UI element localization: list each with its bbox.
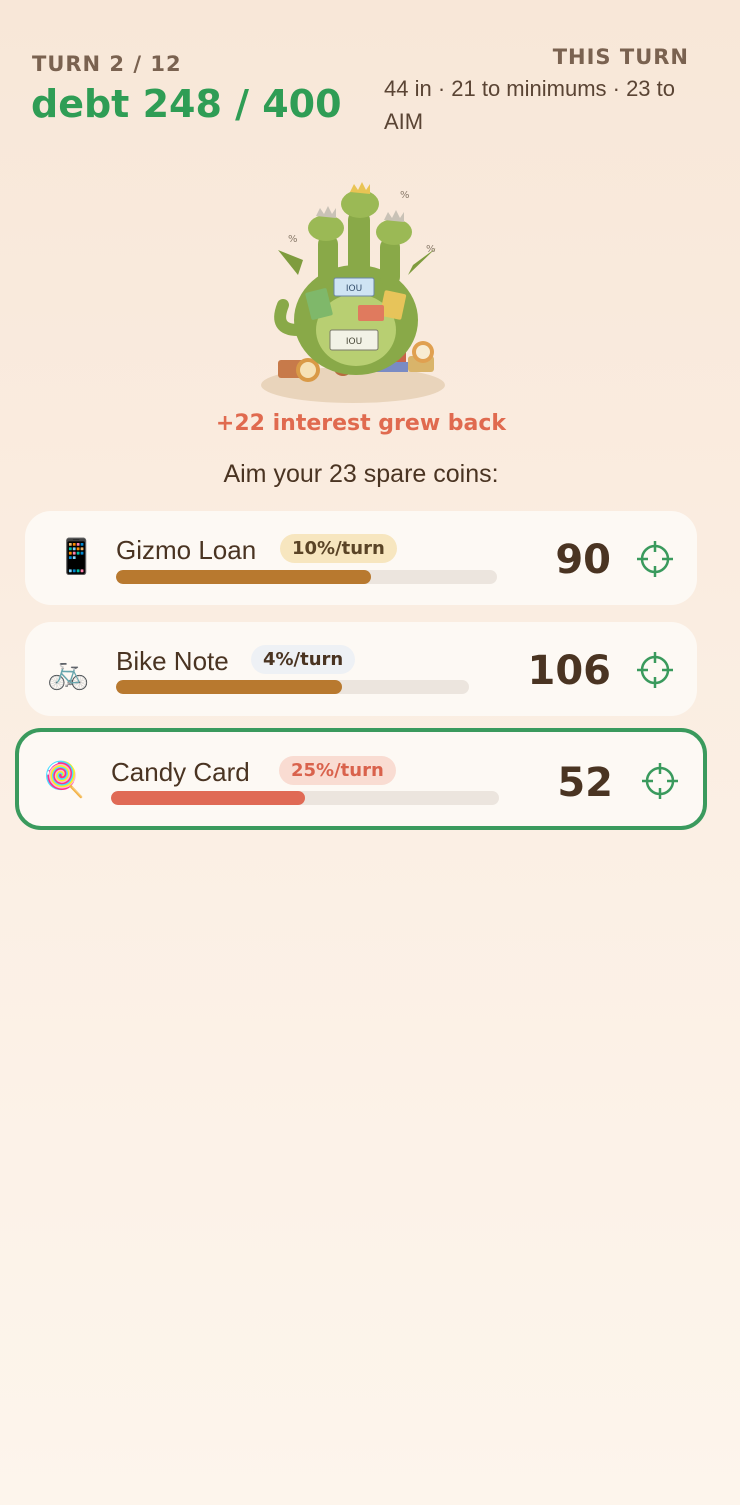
this-turn-summary: 44 in · 21 to minimums · 23 to AIM (384, 76, 676, 134)
debt-progress-bar (116, 570, 497, 584)
debt-progress-bar (111, 791, 499, 805)
debt-card-candy-card[interactable]: 🍭 Candy Card 25%/turn 52 (15, 728, 707, 830)
debt-progress-fill (111, 791, 305, 805)
debt-amount: 106 (527, 648, 612, 694)
debt-name: Gizmo Loan (116, 535, 257, 565)
svg-text:IOU: IOU (346, 284, 362, 294)
svg-text:IOU: IOU (346, 337, 362, 347)
this-turn-label: THIS TURN (552, 45, 689, 69)
aim-prompt: Aim your 23 spare coins: (223, 460, 499, 488)
debt-progress-fill (116, 680, 342, 694)
interest-rate-badge: 25%/turn (279, 756, 396, 785)
debt-amount: 52 (557, 760, 613, 806)
svg-text:%: % (400, 190, 410, 201)
dragon-hoard-icon: IOU IOU % % % (261, 182, 445, 403)
lollipop-icon: 🍭 (43, 761, 86, 799)
interest-rate-badge: 4%/turn (251, 645, 356, 674)
debt-total: debt 248 / 400 (31, 82, 342, 126)
phone-icon: 📱 (55, 538, 98, 576)
svg-text:%: % (288, 234, 298, 245)
debt-amount: 90 (555, 537, 611, 583)
aim-target-icon[interactable] (636, 651, 674, 689)
aim-target-icon[interactable] (636, 540, 674, 578)
turn-counter: TURN 2 / 12 (32, 52, 182, 76)
bicycle-icon: 🚲 (47, 653, 90, 691)
debt-name: Candy Card (111, 757, 250, 787)
aim-target-icon[interactable] (641, 762, 679, 800)
interest-message: +22 interest grew back (215, 411, 507, 436)
debt-card-bike-note[interactable]: 🚲 Bike Note 4%/turn 106 (25, 622, 697, 716)
interest-rate-badge: 10%/turn (280, 534, 397, 563)
debt-progress-fill (116, 570, 372, 584)
debt-name: Bike Note (116, 646, 229, 676)
svg-text:%: % (426, 244, 436, 255)
debt-card-gizmo-loan[interactable]: 📱 Gizmo Loan 10%/turn 90 (25, 511, 697, 605)
debt-progress-bar (116, 680, 469, 694)
